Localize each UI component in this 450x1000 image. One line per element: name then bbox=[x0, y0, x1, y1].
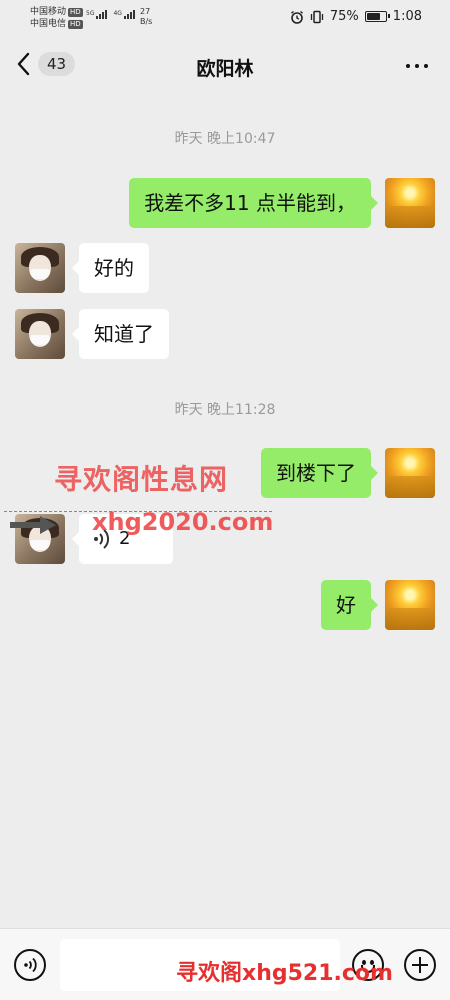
network-type-label: 4G bbox=[113, 10, 122, 17]
carrier-info: 中国移动 HD 中国电信 HD bbox=[30, 6, 83, 30]
more-options-button[interactable] bbox=[406, 64, 428, 68]
watermark-text: 寻欢阁性息网 bbox=[54, 463, 229, 496]
more-dot-icon bbox=[424, 64, 428, 68]
net-speed-unit: B/s bbox=[140, 17, 153, 26]
chevron-left-icon bbox=[17, 52, 30, 76]
signal-strength-icon: 5G bbox=[86, 10, 108, 19]
input-bar: 寻欢阁xhg521.com bbox=[0, 928, 450, 1000]
outgoing-message-bubble[interactable]: 好 bbox=[321, 580, 378, 630]
watermark-text: xhg2020.com bbox=[92, 508, 274, 536]
vibrate-icon bbox=[310, 10, 324, 23]
contact-avatar[interactable] bbox=[15, 309, 65, 359]
more-dot-icon bbox=[406, 64, 410, 68]
arrow-right-icon bbox=[10, 516, 56, 534]
network-type-label: 5G bbox=[86, 10, 95, 17]
outgoing-message-bubble[interactable]: 到楼下了 bbox=[261, 448, 378, 498]
signal-strength-icon: 4G bbox=[113, 10, 135, 19]
carrier-1-label: 中国移动 bbox=[30, 7, 67, 17]
unread-count-badge: 43 bbox=[38, 52, 76, 76]
battery-icon bbox=[364, 11, 390, 22]
more-functions-button[interactable] bbox=[404, 949, 436, 981]
net-speed-value: 27 bbox=[140, 7, 151, 16]
my-avatar[interactable] bbox=[385, 178, 435, 228]
incoming-message-bubble[interactable]: 知道了 bbox=[72, 309, 169, 359]
net-speed: 27 B/s bbox=[140, 7, 152, 27]
hd-badge: HD bbox=[68, 7, 83, 17]
back-button[interactable]: 43 bbox=[16, 52, 76, 76]
status-right: 75% 1:08 bbox=[290, 9, 422, 24]
chat-header: 43 欧阳林 bbox=[0, 36, 450, 98]
carrier-2-label: 中国电信 bbox=[30, 19, 67, 29]
signal-icons: 5G 4G bbox=[86, 10, 135, 19]
clock: 1:08 bbox=[392, 9, 422, 24]
alarm-icon bbox=[290, 10, 303, 24]
chat-area[interactable]: 昨天 晚上10:47 我差不多11 点半能到， 好的 知道了 昨天 晚上11:2… bbox=[0, 98, 450, 928]
incoming-message-bubble[interactable]: 好的 bbox=[72, 243, 149, 293]
watermark-text: 寻欢阁xhg521.com bbox=[176, 961, 393, 986]
hd-badge: HD bbox=[68, 19, 83, 29]
status-bar: 中国移动 HD 中国电信 HD 5G 4G 27 B/s 75% 1:08 bbox=[0, 0, 450, 36]
outgoing-message-bubble[interactable]: 我差不多11 点半能到， bbox=[129, 178, 378, 228]
my-avatar[interactable] bbox=[385, 580, 435, 630]
voice-input-button[interactable] bbox=[14, 949, 46, 981]
my-avatar[interactable] bbox=[385, 448, 435, 498]
contact-avatar[interactable] bbox=[15, 243, 65, 293]
timestamp: 昨天 晚上11:28 bbox=[174, 402, 276, 418]
battery-percent: 75% bbox=[329, 9, 359, 24]
timestamp: 昨天 晚上10:47 bbox=[174, 131, 276, 147]
more-dot-icon bbox=[415, 64, 419, 68]
voice-icon bbox=[24, 957, 37, 973]
